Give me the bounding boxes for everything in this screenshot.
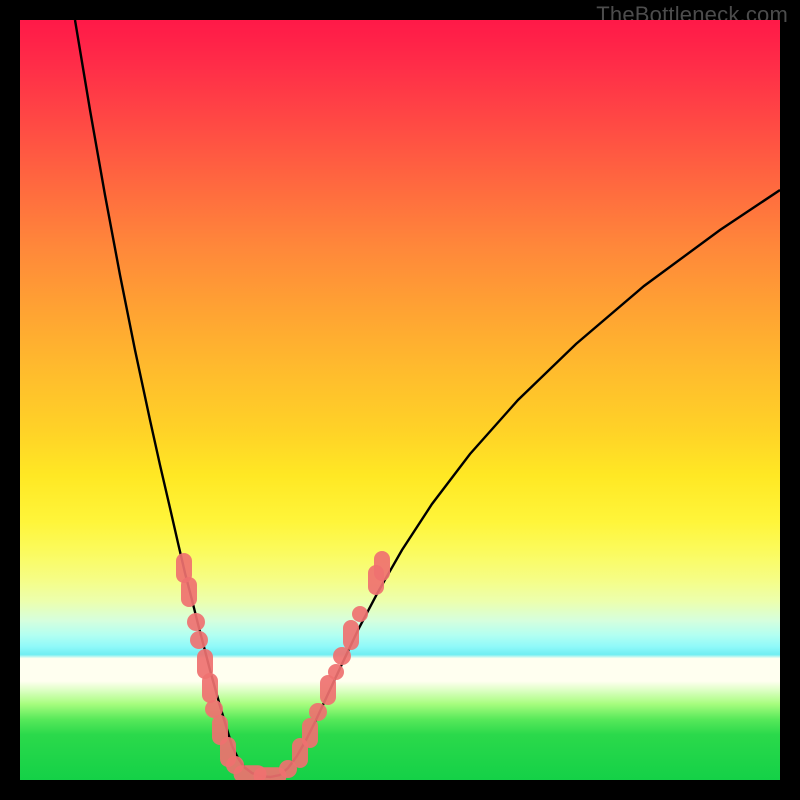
marker-dot (333, 647, 351, 665)
marker-cluster (176, 551, 390, 780)
marker-dot (343, 620, 359, 650)
marker-dot (309, 703, 327, 721)
marker-dot (374, 551, 390, 581)
curve-left-branch (75, 20, 232, 746)
marker-dot (328, 664, 344, 680)
marker-dot (187, 613, 205, 631)
marker-dot (190, 631, 208, 649)
marker-dot (352, 606, 368, 622)
chart-area (20, 20, 780, 780)
marker-dot (302, 718, 318, 748)
curve-plot (20, 20, 780, 780)
marker-dot (181, 577, 197, 607)
curve-right-branch (280, 190, 780, 775)
marker-dot (202, 673, 218, 703)
